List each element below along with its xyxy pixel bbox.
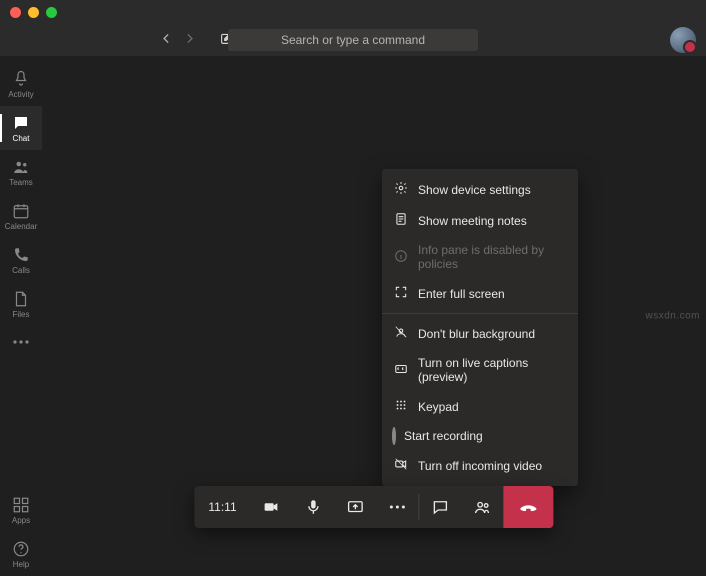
nav-back-button[interactable] bbox=[160, 32, 173, 48]
sidebar-item-calendar[interactable]: Calendar bbox=[0, 194, 42, 238]
hangup-button[interactable] bbox=[504, 486, 554, 528]
sidebar-item-label: Apps bbox=[12, 516, 30, 525]
notes-icon bbox=[394, 212, 408, 229]
nav-forward-button[interactable] bbox=[183, 32, 196, 48]
share-screen-button[interactable] bbox=[335, 486, 377, 528]
watermark: wsxdn.com bbox=[645, 311, 700, 322]
menu-item-dont-blur-background[interactable]: Don't blur background bbox=[382, 318, 578, 349]
sidebar-item-help[interactable]: Help bbox=[0, 532, 42, 576]
menu-separator bbox=[382, 313, 578, 314]
window-zoom-dot[interactable] bbox=[46, 7, 57, 18]
sidebar-item-teams[interactable]: Teams bbox=[0, 150, 42, 194]
menu-item-info-pane-disabled: Info pane is disabled by policies bbox=[382, 236, 578, 278]
sidebar-item-label: Calendar bbox=[5, 222, 37, 231]
incoming-video-off-icon bbox=[394, 457, 408, 474]
sidebar-item-files[interactable]: Files bbox=[0, 282, 42, 326]
menu-item-label: Turn on live captions (preview) bbox=[418, 356, 566, 384]
sidebar-item-label: Teams bbox=[9, 178, 33, 187]
menu-item-meeting-notes[interactable]: Show meeting notes bbox=[382, 205, 578, 236]
sidebar-item-label: Calls bbox=[12, 266, 30, 275]
menu-item-label: Enter full screen bbox=[418, 287, 505, 301]
menu-item-turn-off-incoming-video[interactable]: Turn off incoming video bbox=[382, 450, 578, 481]
call-duration: 11:11 bbox=[194, 486, 250, 528]
sidebar-item-label: Chat bbox=[13, 134, 30, 143]
window-minimize-dot[interactable] bbox=[28, 7, 39, 18]
blur-icon bbox=[394, 325, 408, 342]
toggle-camera-button[interactable] bbox=[251, 486, 293, 528]
call-toolbar: 11:11 bbox=[194, 486, 553, 528]
sidebar-item-chat[interactable]: Chat bbox=[0, 106, 42, 150]
search-input[interactable]: Search or type a command bbox=[228, 29, 478, 51]
sidebar-item-activity[interactable]: Activity bbox=[0, 62, 42, 106]
info-icon bbox=[394, 249, 408, 266]
menu-item-device-settings[interactable]: Show device settings bbox=[382, 174, 578, 205]
menu-item-label: Don't blur background bbox=[418, 327, 535, 341]
sidebar-item-apps[interactable]: Apps bbox=[0, 488, 42, 532]
window-titlebar bbox=[0, 0, 706, 24]
menu-item-start-recording[interactable]: Start recording bbox=[382, 422, 578, 450]
sidebar-item-calls[interactable]: Calls bbox=[0, 238, 42, 282]
app-sidebar: Activity Chat Teams Calendar Calls Files bbox=[0, 56, 42, 576]
menu-item-keypad[interactable]: Keypad bbox=[382, 391, 578, 422]
fullscreen-icon bbox=[394, 285, 408, 302]
show-conversation-button[interactable] bbox=[420, 486, 462, 528]
more-actions-menu: Show device settings Show meeting notes … bbox=[382, 169, 578, 486]
sidebar-item-label: Help bbox=[13, 560, 29, 569]
window-close-dot[interactable] bbox=[10, 7, 21, 18]
user-avatar[interactable] bbox=[670, 27, 696, 53]
menu-item-enter-fullscreen[interactable]: Enter full screen bbox=[382, 278, 578, 309]
menu-item-label: Turn off incoming video bbox=[418, 459, 542, 473]
sidebar-item-label: Activity bbox=[8, 90, 33, 99]
gear-icon bbox=[394, 181, 408, 198]
menu-item-label: Show meeting notes bbox=[418, 214, 527, 228]
menu-item-label: Info pane is disabled by policies bbox=[418, 243, 566, 271]
search-placeholder: Search or type a command bbox=[281, 33, 425, 47]
sidebar-overflow-button[interactable] bbox=[12, 334, 30, 348]
menu-item-label: Keypad bbox=[418, 400, 459, 414]
captions-icon bbox=[394, 362, 408, 379]
menu-item-label: Show device settings bbox=[418, 183, 531, 197]
toggle-mic-button[interactable] bbox=[293, 486, 335, 528]
show-participants-button[interactable] bbox=[462, 486, 504, 528]
app-header: Search or type a command bbox=[0, 24, 706, 56]
more-actions-button[interactable] bbox=[377, 486, 419, 528]
menu-item-label: Start recording bbox=[404, 429, 483, 443]
sidebar-item-label: Files bbox=[13, 310, 30, 319]
keypad-icon bbox=[394, 398, 408, 415]
menu-item-live-captions[interactable]: Turn on live captions (preview) bbox=[382, 349, 578, 391]
